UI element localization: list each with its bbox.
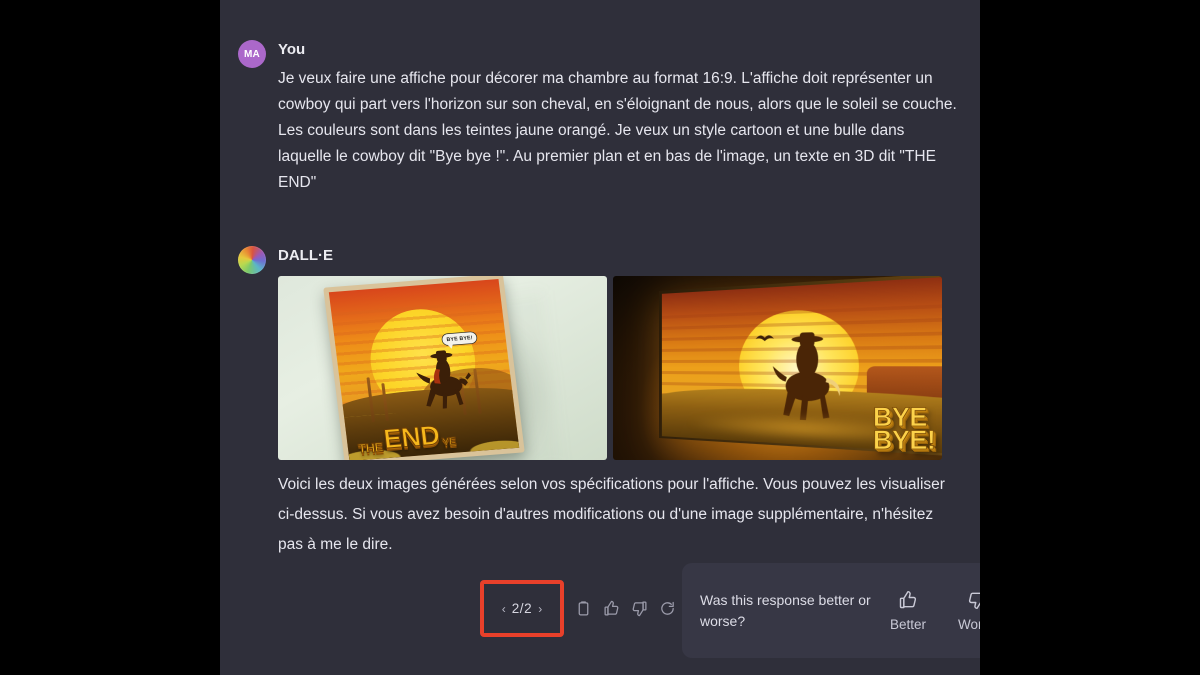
headline-the: THE xyxy=(357,439,384,457)
copy-icon[interactable] xyxy=(574,600,592,618)
generated-images-row: BYE BYE! THE END YE BYE BYE! xyxy=(278,276,942,460)
response-pager-highlight: ‹ 2/2 › xyxy=(480,580,564,637)
assistant-message-body: DALL·E xyxy=(278,246,962,272)
assistant-response-text: Voici les deux images générées selon vos… xyxy=(278,476,945,553)
previous-response-button[interactable]: ‹ xyxy=(502,603,506,615)
chat-conversation-panel: MA You Je veux faire une affiche pour dé… xyxy=(220,0,980,675)
message-author-name: You xyxy=(278,41,306,58)
message-author-name: DALL·E xyxy=(278,247,333,264)
feedback-worse-button[interactable]: Worse xyxy=(958,590,980,632)
poster-canvas: BYE BYE! THE END YE xyxy=(323,276,525,460)
next-response-button[interactable]: › xyxy=(538,603,542,615)
feedback-panel: Was this response better or worse? Bette… xyxy=(682,563,980,658)
generated-image-2[interactable]: BYE BYE! xyxy=(613,276,942,460)
poster-artwork: BYE BYE! THE END YE xyxy=(328,278,520,460)
feedback-option-label: Better xyxy=(890,616,927,632)
user-message-body: You Je veux faire une affiche pour décor… xyxy=(278,40,962,196)
thumbs-down-icon xyxy=(967,590,980,610)
avatar: MA xyxy=(238,40,266,68)
screen-root: MA You Je veux faire une affiche pour dé… xyxy=(0,0,1200,675)
feedback-better-button[interactable]: Better xyxy=(890,590,926,632)
feedback-question: Was this response better or worse? xyxy=(700,591,871,629)
avatar-initials: MA xyxy=(244,48,260,60)
generated-image-1[interactable]: BYE BYE! THE END YE xyxy=(278,276,607,460)
cowboy-on-horse-illustration xyxy=(767,325,852,425)
dalle-logo-icon xyxy=(238,246,266,274)
headline-end: END xyxy=(381,419,442,455)
response-page-indicator: 2/2 xyxy=(511,601,533,616)
user-message-text: Je veux faire une affiche pour décorer m… xyxy=(278,70,962,191)
feedback-options: Better Worse xyxy=(890,590,980,632)
feedback-option-label: Worse xyxy=(958,616,980,632)
bye-line-2: BYE! xyxy=(872,425,937,456)
regenerate-icon[interactable] xyxy=(658,600,676,618)
thumbs-down-icon[interactable] xyxy=(630,600,648,618)
cowboy-on-horse-illustration xyxy=(411,344,477,414)
billboard-3d-text: BYE BYE! xyxy=(872,403,937,456)
headline-trail: YE xyxy=(441,435,457,449)
message-action-toolbar: ‹ 2/2 › xyxy=(480,580,676,637)
thumbs-up-icon[interactable] xyxy=(602,600,620,618)
thumbs-up-icon xyxy=(898,590,918,610)
